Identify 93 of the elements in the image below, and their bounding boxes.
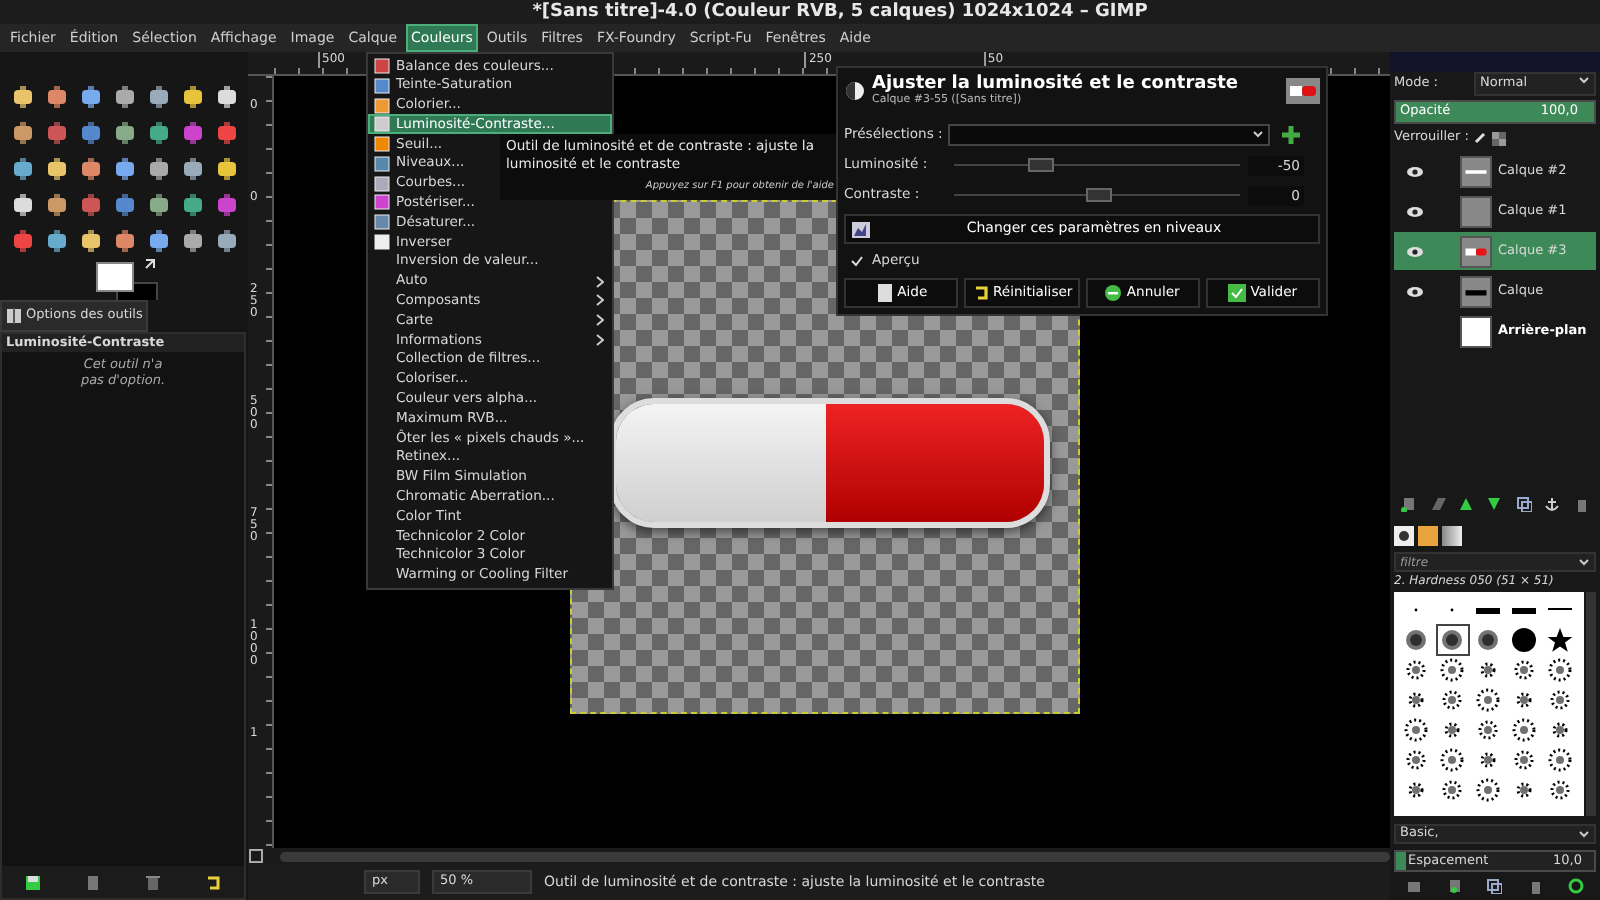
brush-preset[interactable] xyxy=(1437,656,1468,684)
tool-icon[interactable] xyxy=(10,84,36,110)
tool-icon[interactable] xyxy=(146,192,172,218)
tool-icon[interactable] xyxy=(146,228,172,254)
tool-icon[interactable] xyxy=(44,228,70,254)
delete-icon[interactable] xyxy=(1527,878,1544,894)
tool-icon[interactable] xyxy=(10,156,36,182)
layer-thumbnail xyxy=(1460,155,1492,187)
tool-icon[interactable] xyxy=(44,84,70,110)
tool-icon[interactable] xyxy=(146,84,172,110)
navigation-icon[interactable] xyxy=(248,848,264,864)
slider-thumb[interactable] xyxy=(1027,158,1054,172)
slider-track[interactable] xyxy=(954,158,1240,172)
tool-icon[interactable] xyxy=(112,120,138,146)
tool-icon[interactable] xyxy=(146,156,172,182)
duplicate-icon[interactable] xyxy=(1486,878,1503,894)
swap-arrows-icon[interactable] xyxy=(144,258,158,272)
levels-icon xyxy=(852,221,870,237)
edit-icon[interactable] xyxy=(1406,878,1423,894)
brush-preset[interactable] xyxy=(1473,626,1504,654)
tool-icon[interactable] xyxy=(10,120,36,146)
layer-thumbnail xyxy=(1460,235,1492,267)
tool-icon[interactable] xyxy=(44,192,70,218)
tool-icon[interactable] xyxy=(180,156,206,182)
checker-icon[interactable] xyxy=(1492,131,1507,145)
panel-icon xyxy=(6,308,22,324)
caret-icon xyxy=(1578,74,1590,87)
eye-icon[interactable] xyxy=(1405,165,1423,177)
tool-icon[interactable] xyxy=(214,228,240,254)
dialog-title: Ajuster la luminosité et le contraste xyxy=(872,73,1240,93)
brush-preset[interactable] xyxy=(1473,686,1504,714)
caret-icon xyxy=(1252,128,1264,140)
refresh-icon[interactable] xyxy=(1567,878,1584,894)
layer-thumbnail xyxy=(1460,315,1492,347)
brush-icon[interactable] xyxy=(1474,132,1487,144)
duplicate-icon[interactable] xyxy=(1515,496,1532,512)
tool-icon[interactable] xyxy=(44,156,70,182)
brush-preset[interactable] xyxy=(1401,626,1432,654)
layer-preview-icon xyxy=(1286,77,1320,103)
layer-thumbnail xyxy=(1460,275,1492,307)
horizontal-scrollbar[interactable] xyxy=(280,851,1390,861)
anchor-icon[interactable] xyxy=(1544,496,1561,512)
brush-tab-icon[interactable] xyxy=(1394,526,1414,546)
tool-icon[interactable] xyxy=(112,156,138,182)
tool-icon[interactable] xyxy=(146,120,172,146)
brush-preset[interactable] xyxy=(1401,716,1432,744)
slider-track[interactable] xyxy=(954,188,1240,202)
brush-preset[interactable] xyxy=(1510,716,1541,744)
checkmark-icon xyxy=(850,253,864,267)
tool-icon[interactable] xyxy=(112,228,138,254)
up-arrow-icon[interactable] xyxy=(1458,496,1475,512)
brush-preset[interactable] xyxy=(1473,776,1504,804)
tool-icon[interactable] xyxy=(180,84,206,110)
layer-group-icon[interactable] xyxy=(1429,496,1446,512)
brush-preset[interactable] xyxy=(1546,656,1577,684)
eye-icon[interactable] xyxy=(1405,205,1423,217)
caret-icon xyxy=(1578,828,1590,840)
color-swatches[interactable] xyxy=(96,262,158,300)
brush-preset[interactable] xyxy=(1546,746,1577,774)
reset-icon[interactable] xyxy=(204,873,223,891)
add-icon[interactable] xyxy=(1282,125,1300,143)
gradient-tab-icon[interactable] xyxy=(1442,526,1462,546)
brush-preset[interactable] xyxy=(1437,626,1468,654)
brush-preset[interactable] xyxy=(1546,626,1577,654)
caret-icon xyxy=(1578,556,1590,568)
down-arrow-icon[interactable] xyxy=(1486,496,1503,512)
delete-icon[interactable] xyxy=(144,873,163,891)
save-icon[interactable] xyxy=(23,873,42,891)
reset-icon xyxy=(971,284,990,302)
brush-preset[interactable] xyxy=(1510,626,1541,654)
layer-new-icon[interactable] xyxy=(1400,496,1417,512)
vertical-scrollbar[interactable] xyxy=(1586,592,1596,816)
tool-icon[interactable] xyxy=(10,192,36,218)
brush-preset[interactable] xyxy=(1437,746,1468,774)
cancel-icon xyxy=(1104,284,1123,302)
document-icon[interactable] xyxy=(83,873,102,891)
document-icon xyxy=(875,284,894,302)
tool-icon[interactable] xyxy=(78,228,104,254)
eye-icon[interactable] xyxy=(1405,245,1423,257)
tool-icon[interactable] xyxy=(112,84,138,110)
slider-thumb[interactable] xyxy=(1085,188,1111,202)
window-title: *[Sans titre]-4.0 (Couleur RVB, 5 calques) 1024x1024 – GIMP xyxy=(530,3,1148,21)
tool-icon[interactable] xyxy=(180,192,206,218)
tool-icon[interactable] xyxy=(78,84,104,110)
brightness-icon xyxy=(844,79,866,101)
new-icon[interactable] xyxy=(1446,878,1463,894)
layer-thumbnail xyxy=(1460,195,1492,227)
tool-icon[interactable] xyxy=(214,84,240,110)
eye-icon[interactable] xyxy=(1405,285,1423,297)
tool-icon[interactable] xyxy=(180,228,206,254)
tool-icon[interactable] xyxy=(214,156,240,182)
tool-icon[interactable] xyxy=(78,156,104,182)
checkmark-icon xyxy=(1228,284,1247,302)
